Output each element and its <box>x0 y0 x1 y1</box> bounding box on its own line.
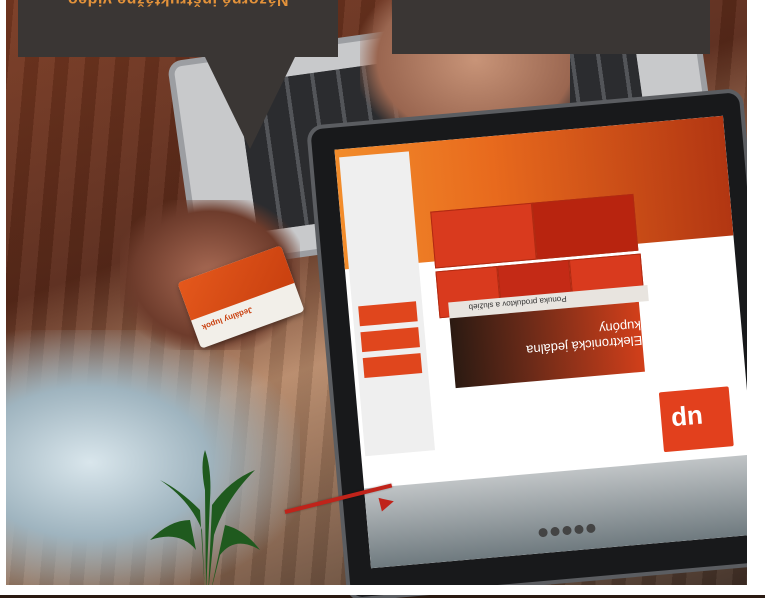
laptop-screen: Ponuka produktov a služieb Elektronická … <box>334 115 760 569</box>
screen-ecoupon-banner: Elektronická jedálna kupóny <box>449 301 645 389</box>
scan-border <box>747 0 765 595</box>
screen-up-logo: up <box>658 386 734 453</box>
bubble-caption: Názorné inštruktážne video <box>18 0 338 8</box>
screen-sidebar-button <box>362 353 423 379</box>
screen-sidebar-button <box>360 327 420 353</box>
speech-bubble: Názorné inštruktážne video <box>18 0 338 57</box>
screen-ecoupon-text: Elektronická jedálna kupóny <box>525 317 643 358</box>
screen-tile <box>430 202 537 269</box>
plant-icon <box>150 450 260 595</box>
speech-bubble-tail <box>205 57 295 149</box>
screen-sidebar-button <box>358 301 418 327</box>
screen-logo-text: up <box>670 403 705 437</box>
photo: Jedálny lupok Ponuka produktov a služieb… <box>0 0 765 598</box>
screen-tile <box>531 193 639 260</box>
scan-border <box>0 585 765 595</box>
scan-border <box>0 0 6 595</box>
dark-overlay-box <box>392 0 710 54</box>
